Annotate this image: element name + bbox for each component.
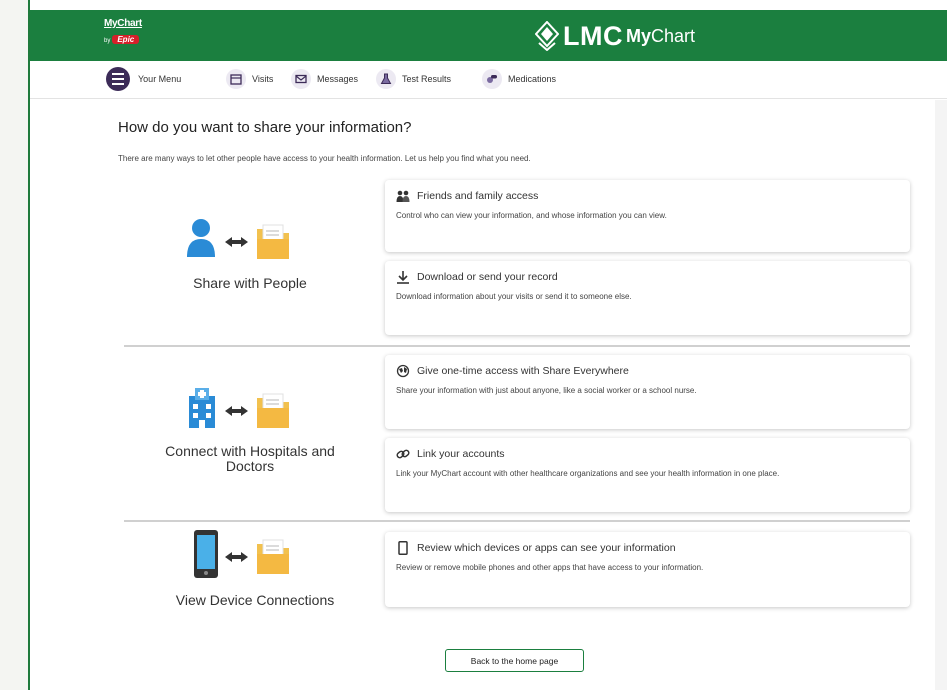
intro-text: There are many ways to let other people …: [118, 154, 531, 163]
mychart-epic-logo[interactable]: MyChart by Epic: [104, 18, 164, 48]
nav-test-results-label: Test Results: [402, 74, 452, 84]
card-title: Give one-time access with Share Everywhe…: [417, 365, 629, 377]
section-divider: [124, 520, 910, 522]
nav-medications-label: Medications: [508, 74, 557, 84]
app-header: MyChart by Epic LMC My Chart: [30, 10, 947, 61]
link-icon: [396, 449, 410, 459]
card-title: Link your accounts: [417, 448, 505, 460]
card-link-accounts[interactable]: Link your accounts Link your MyChart acc…: [385, 438, 910, 512]
phone-icon: [398, 541, 408, 555]
card-title: Download or send your record: [417, 271, 558, 283]
group-label-view-device-connections: View Device Connections: [175, 592, 335, 608]
hamburger-icon: [106, 67, 130, 91]
your-menu-button[interactable]: Your Menu: [106, 67, 181, 91]
card-description: Link your MyChart account with other hea…: [396, 469, 780, 478]
left-gutter: [0, 0, 28, 690]
card-description: Review or remove mobile phones and other…: [396, 563, 704, 572]
card-friends-family-access[interactable]: Friends and family access Control who ca…: [385, 180, 910, 252]
hospital-folder-icon: [189, 388, 289, 428]
nav-messages[interactable]: Messages: [291, 69, 358, 89]
page: MyChart by Epic LMC My Chart Your Menu Vi…: [0, 0, 947, 690]
brand-chart-text: Chart: [651, 25, 696, 46]
person-folder-icon: [187, 219, 289, 259]
nav-messages-label: Messages: [317, 74, 359, 84]
lmc-diamond-icon: [535, 21, 559, 51]
by-text: by: [104, 38, 111, 44]
page-title: How do you want to share your informatio…: [118, 119, 412, 136]
nav-medications[interactable]: Medications: [482, 69, 556, 89]
people-icon: [396, 190, 410, 202]
group-label-share-with-people: Share with People: [193, 275, 307, 291]
pills-icon: [482, 69, 502, 89]
card-download-send-record[interactable]: Download or send your record Download in…: [385, 261, 910, 335]
calendar-icon: [226, 69, 246, 89]
nav-test-results[interactable]: Test Results: [376, 69, 451, 89]
main-content: How do you want to share your informatio…: [100, 99, 935, 690]
card-share-everywhere[interactable]: Give one-time access with Share Everywhe…: [385, 355, 910, 429]
card-title: Friends and family access: [417, 190, 539, 202]
download-icon: [397, 271, 409, 284]
section-divider: [124, 345, 910, 347]
brand-my-text: My: [625, 25, 651, 46]
your-menu-label: Your Menu: [138, 74, 182, 84]
envelope-icon: [291, 69, 311, 89]
lmc-mychart-brand[interactable]: LMC My Chart: [535, 19, 695, 53]
brand-lmc-text: LMC: [563, 20, 623, 51]
back-to-home-button[interactable]: Back to the home page: [445, 649, 584, 672]
left-accent-line: [28, 0, 30, 690]
card-title: Review which devices or apps can see you…: [417, 542, 676, 554]
epic-badge: Epic: [112, 35, 140, 44]
group-label-connect-hospitals-doctors: Connect with Hospitals and Doctors: [165, 443, 335, 474]
top-nav: Your Menu Visits Messages Test Results M…: [30, 61, 947, 99]
card-description: Download information about your visits o…: [396, 292, 632, 301]
right-scrollbar-track[interactable]: [935, 100, 947, 690]
globe-icon: [396, 364, 410, 378]
card-description: Control who can view your information, a…: [396, 211, 667, 220]
flask-icon: [376, 69, 396, 89]
mychart-logo-text: MyChart: [104, 18, 142, 29]
card-description: Share your information with just about a…: [396, 386, 697, 395]
phone-folder-icon: [194, 530, 289, 578]
nav-visits[interactable]: Visits: [226, 69, 273, 89]
nav-visits-label: Visits: [252, 74, 274, 84]
card-review-devices-apps[interactable]: Review which devices or apps can see you…: [385, 532, 910, 607]
